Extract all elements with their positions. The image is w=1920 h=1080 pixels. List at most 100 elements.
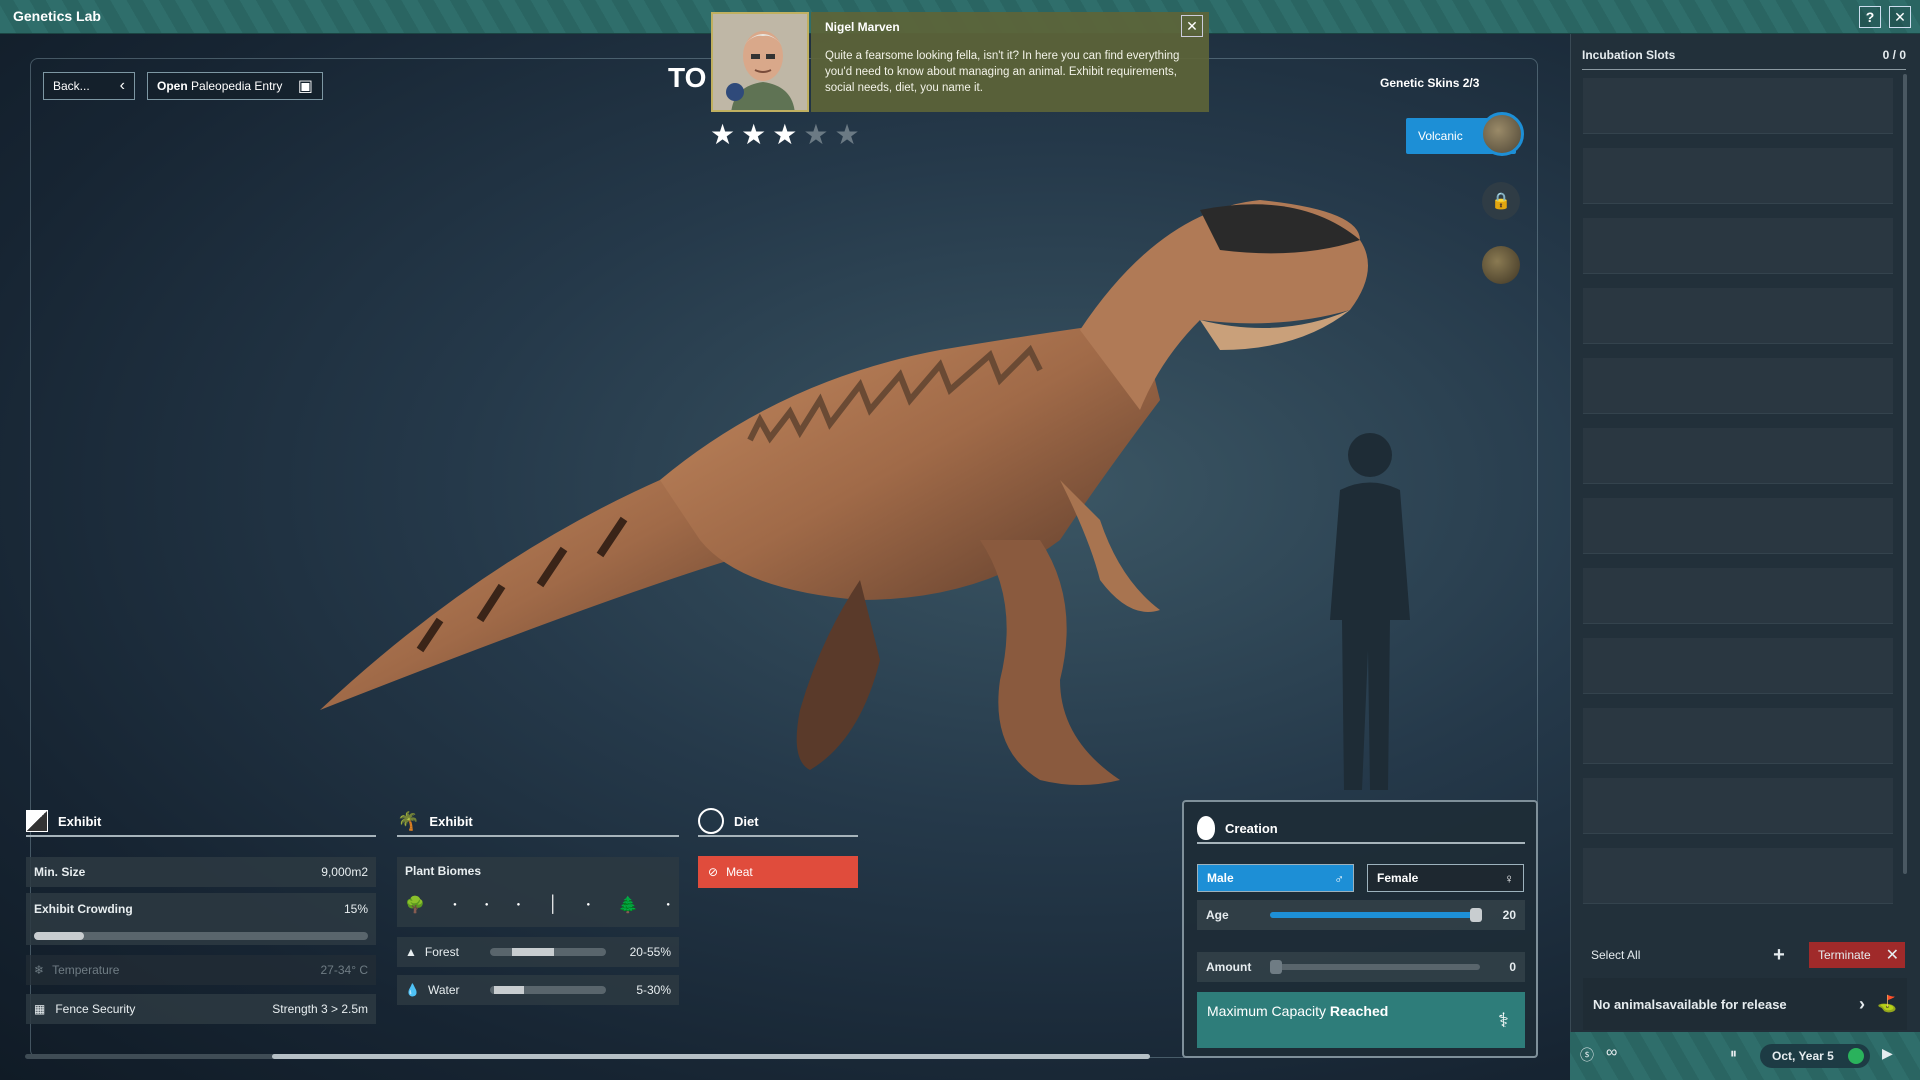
exhibit-header-label: Exhibit <box>58 813 102 829</box>
biome-dot-icon: ● <box>484 902 489 908</box>
male-label: Male <box>1207 871 1234 885</box>
min-size-row: Min. Size 9,000m2 <box>26 857 376 887</box>
open-paleopedia-button[interactable]: Open Paleopedia Entry ▣ <box>147 72 323 100</box>
character-message: Quite a fearsome looking fella, isn't it… <box>825 50 1180 94</box>
human-scale-silhouette <box>1330 433 1410 790</box>
incubation-sidebar: Incubation Slots 0 / 0 Select All + Term… <box>1570 34 1920 1080</box>
age-slider-fill <box>1270 912 1476 918</box>
release-gate-icon: ⛳ <box>1877 996 1897 1013</box>
exhibit-panel-header: Exhibit <box>26 807 376 837</box>
volcanic-skin-orb[interactable] <box>1480 112 1524 156</box>
meat-label: Meat <box>726 865 753 879</box>
skin-selected-label: Volcanic <box>1418 129 1463 143</box>
incubation-header: Incubation Slots 0 / 0 <box>1582 48 1906 70</box>
help-button[interactable]: ? <box>1859 6 1881 28</box>
incubation-slot[interactable] <box>1583 848 1893 904</box>
biome-icons: 🌳 ● ● ● │ ● 🌲 ● <box>405 890 670 920</box>
min-size-label: Min. Size <box>34 865 86 879</box>
amount-slider-track[interactable] <box>1270 964 1480 970</box>
temperature-value: 27-34° C <box>320 963 369 977</box>
incubation-slot[interactable] <box>1583 148 1893 204</box>
incubation-slot[interactable] <box>1583 358 1893 414</box>
date-label: Oct, Year 5 <box>1772 1049 1834 1063</box>
release-button[interactable]: No animals available for release › ⛳ <box>1583 978 1907 1030</box>
select-all-button[interactable]: Select All <box>1583 942 1793 968</box>
incubation-title: Incubation Slots <box>1582 48 1676 62</box>
back-button[interactable]: Back... ‹ <box>43 72 135 100</box>
amount-label: Amount <box>1206 960 1252 974</box>
female-button[interactable]: Female ♀ <box>1367 864 1524 892</box>
rating-star-icon: ★ <box>710 119 736 150</box>
skin-option-orb[interactable] <box>1482 246 1520 284</box>
book-icon: ▣ <box>297 78 313 95</box>
temperature-row: ❄ Temperature 27-34° C <box>26 955 376 985</box>
fence-security-row: ▦ Fence Security Strength 3 > 2.5m <box>26 994 376 1024</box>
palm-tree-icon: 🌴 <box>397 810 420 831</box>
release-text: available for release <box>1662 996 1787 1012</box>
close-speech-button[interactable]: ✕ <box>1181 15 1203 37</box>
day-cycle-icon <box>1848 1048 1864 1064</box>
horizontal-scrollbar-thumb[interactable] <box>272 1054 1150 1059</box>
amount-slider-handle[interactable] <box>1270 960 1282 974</box>
creation-header-label: Creation <box>1225 820 1278 836</box>
age-value: 20 <box>1502 908 1516 922</box>
fence-icon: ▦ <box>34 1002 46 1016</box>
incubation-slot[interactable] <box>1583 638 1893 694</box>
creation-panel: Creation Male ♂ Female ♀ Age 20 Amount 0… <box>1182 800 1538 1058</box>
dna-icon: ⚕ <box>1498 1010 1509 1032</box>
rating-star-icon: ★ <box>803 119 829 150</box>
paleopedia-label: Paleopedia Entry <box>191 79 283 93</box>
steak-icon <box>698 808 724 834</box>
female-symbol-icon: ♀ <box>1504 870 1514 886</box>
diet-meat-button[interactable]: ⊘ Meat <box>698 856 858 888</box>
plus-icon[interactable]: + <box>1767 942 1791 968</box>
genetic-skins-title: Genetic Skins 2/3 <box>1380 76 1480 90</box>
biome-dot-icon: ● <box>453 902 457 908</box>
incubation-slot[interactable] <box>1583 428 1893 484</box>
incubation-slot[interactable] <box>1583 778 1893 834</box>
age-slider-handle[interactable] <box>1469 908 1482 922</box>
lock-icon[interactable]: 🔒 <box>1482 182 1520 220</box>
max-capacity-reached: Reached <box>1329 1003 1389 1019</box>
plant-biomes-label: Plant Biomes <box>405 864 482 878</box>
incubation-slot[interactable] <box>1583 288 1893 344</box>
egg-icon <box>1197 816 1215 840</box>
species-name: TO <box>668 62 707 93</box>
crowding-value: 15% <box>343 902 368 916</box>
incubation-slot[interactable] <box>1583 498 1893 554</box>
exhibit-icon <box>26 810 48 832</box>
incubation-slot[interactable] <box>1583 218 1893 274</box>
status-bar: ⓢ ∞ ⏸ Oct, Year 5 ▶ <box>1570 1032 1920 1080</box>
rating-star-icon: ★ <box>772 119 798 150</box>
incubation-slot[interactable] <box>1583 78 1893 134</box>
age-label: Age <box>1206 908 1229 922</box>
snowflake-icon: ❄ <box>34 963 45 977</box>
crowding-bar-track <box>34 932 368 940</box>
play-icon[interactable]: ▶ <box>1882 1045 1893 1062</box>
fence-label: Fence Security <box>55 1002 136 1016</box>
biome-dot-icon: ● <box>516 902 521 908</box>
max-capacity-text: Maximum Capacity <box>1207 1003 1330 1019</box>
species-rating: ★ ★ ★ ★ ★ <box>710 121 860 149</box>
biomes-panel-header: 🌴 Exhibit <box>397 807 679 837</box>
amount-value: 0 <box>1509 960 1516 974</box>
money-icon: ⓢ <box>1580 1047 1594 1063</box>
incubation-slot[interactable] <box>1583 708 1893 764</box>
date-display: Oct, Year 5 <box>1760 1044 1870 1068</box>
water-value: 5-30% <box>636 983 671 997</box>
close-window-button[interactable]: ✕ <box>1889 6 1911 28</box>
incubation-slot[interactable] <box>1583 568 1893 624</box>
male-button[interactable]: Male ♂ <box>1197 864 1354 892</box>
female-label: Female <box>1377 871 1419 885</box>
biome-tree-icon: 🌳 <box>405 897 425 914</box>
paleopedia-open-word: Open <box>157 79 188 93</box>
forest-value: 20-55% <box>629 945 671 959</box>
male-symbol-icon: ♂ <box>1334 870 1344 886</box>
create-button-max-capacity[interactable]: Maximum Capacity Reached ⚕ <box>1197 992 1525 1048</box>
crowding-label: Exhibit Crowding <box>34 902 133 916</box>
sidebar-scrollbar[interactable] <box>1903 74 1907 874</box>
forest-bar-range <box>512 948 554 956</box>
terminate-button[interactable]: Terminate ✕ <box>1809 942 1905 968</box>
pause-icon[interactable]: ⏸ <box>1730 1045 1737 1062</box>
biome-pine-icon: 🌲 <box>618 897 639 914</box>
